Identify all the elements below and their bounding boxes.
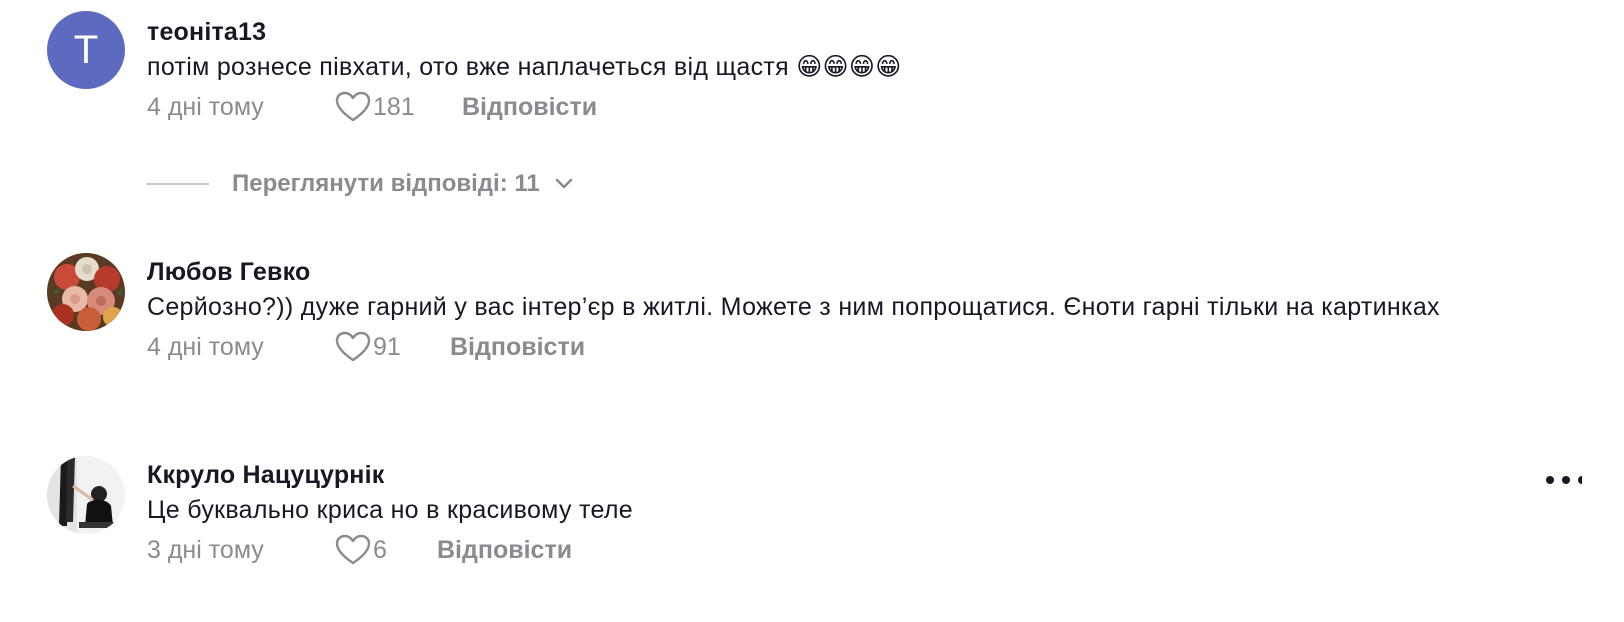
avatar[interactable]: T (47, 11, 125, 89)
comment-username[interactable]: Любов Гевко (147, 255, 1524, 289)
heart-icon (335, 534, 371, 565)
reply-button[interactable]: Відповісти (437, 536, 572, 565)
comment-timestamp: 4 дні тому (147, 332, 264, 361)
avatar[interactable] (47, 253, 125, 331)
like-count: 6 (373, 535, 387, 564)
avatar[interactable] (47, 456, 125, 534)
comment-username[interactable]: Ккруло Нацуцурнік (147, 458, 1524, 492)
comment-meta: 3 дні тому 6 Відповісти (147, 530, 1524, 570)
like-count: 91 (373, 332, 401, 361)
avatar-image (47, 253, 125, 331)
comment-timestamp: 3 дні тому (147, 535, 264, 564)
comment-username[interactable]: теоніта13 (147, 15, 1524, 49)
comment-content: Любов Гевко Серйозно?)) дуже гарний у ва… (147, 253, 1524, 367)
like-button[interactable]: 181 (335, 91, 462, 123)
comment-meta: 4 дні тому 91 Відповісти (147, 327, 1524, 367)
reply-button[interactable]: Відповісти (450, 333, 585, 362)
divider-line (147, 183, 209, 185)
like-button[interactable]: 91 (335, 331, 450, 363)
like-button[interactable]: 6 (335, 534, 437, 566)
comment-content: теоніта13 потім рознесе півхати, ото вже… (147, 11, 1524, 127)
heart-icon (335, 91, 371, 122)
view-replies-label: Переглянути відповіді: 11 (232, 170, 540, 197)
chevron-down-icon (555, 178, 573, 189)
avatar-image (47, 456, 125, 534)
reply-button[interactable]: Відповісти (462, 93, 597, 122)
view-replies-button[interactable]: Переглянути відповіді: 11 (147, 170, 574, 198)
heart-icon (335, 331, 371, 362)
more-options-icon[interactable] (1542, 470, 1582, 490)
comment-text: Серйозно?)) дуже гарний у вас інтер’єр в… (147, 293, 1440, 321)
comment-text: потім рознесе півхати, ото вже наплачеть… (147, 53, 902, 81)
like-count: 181 (373, 92, 415, 121)
comment-content: Ккруло Нацуцурнік Це буквально криса но … (147, 456, 1524, 570)
comment-text: Це буквально криса но в красивому теле (147, 496, 633, 524)
comment-meta: 4 дні тому 181 Відповісти (147, 87, 1524, 127)
comment-timestamp: 4 дні тому (147, 92, 264, 121)
